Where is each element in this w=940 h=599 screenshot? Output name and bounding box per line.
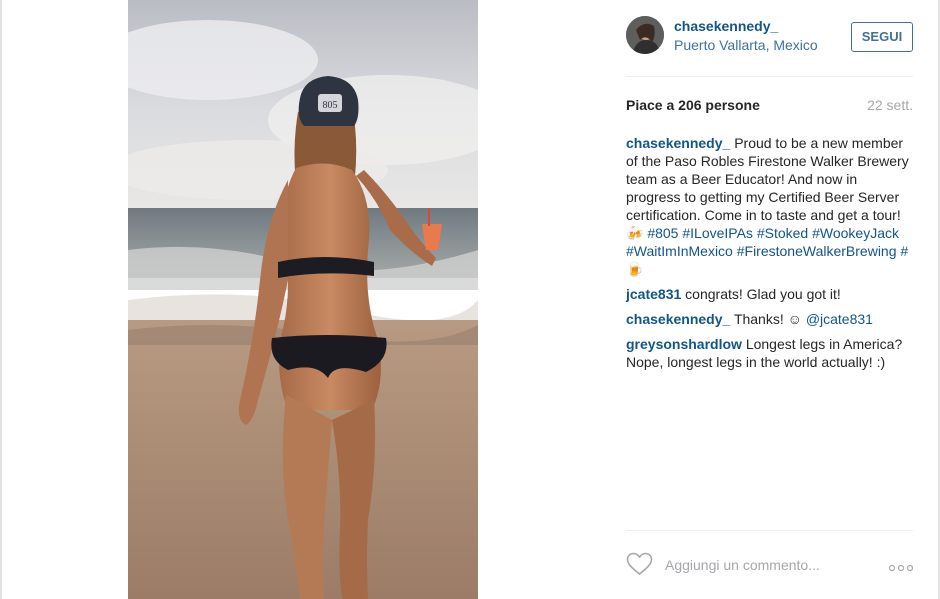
comment: jcate831 congrats! Glad you got it!: [626, 285, 913, 303]
comment-composer: [626, 550, 914, 580]
divider: [626, 530, 913, 531]
username-link[interactable]: chasekennedy_: [674, 18, 778, 34]
divider: [626, 76, 913, 77]
hashtag[interactable]: #WookeyJack: [812, 225, 899, 241]
likes-row: Piace a 206 persone 22 sett.: [626, 97, 913, 117]
photo-area: 805: [2, 0, 602, 599]
heart-outline-icon[interactable]: [626, 552, 653, 576]
comment-author[interactable]: chasekennedy_: [626, 135, 730, 151]
comment-list: chasekennedy_ Proud to be a new member o…: [626, 134, 913, 378]
avatar-image: [626, 16, 664, 54]
svg-text:805: 805: [323, 100, 338, 111]
comment-author[interactable]: jcate831: [626, 286, 681, 302]
likes-count[interactable]: Piace a 206 persone: [626, 97, 760, 113]
mention-link[interactable]: @jcate831: [806, 311, 873, 327]
caption-comment: chasekennedy_ Proud to be a new member o…: [626, 134, 913, 278]
post-photo[interactable]: 805: [128, 0, 478, 599]
add-comment-input[interactable]: [665, 555, 865, 575]
comment-author[interactable]: greysonshardlow: [626, 336, 742, 352]
post-date[interactable]: 22 sett.: [867, 97, 913, 113]
beer-emoji: 🍺: [626, 261, 644, 277]
comment-text: congrats! Glad you got it!: [685, 286, 841, 302]
ellipsis-icon[interactable]: [888, 559, 914, 572]
hashtag[interactable]: #Stoked: [757, 225, 808, 241]
avatar[interactable]: [626, 16, 664, 54]
comment: chasekennedy_ Thanks! ☺ @jcate831: [626, 310, 913, 328]
comment-text: Thanks! ☺: [733, 311, 806, 327]
post-panel: chasekennedy_ Puerto Vallarta, Mexico SE…: [626, 0, 914, 599]
hashtag[interactable]: #WaitImInMexico: [626, 243, 733, 259]
beer-cheers-emoji: 🍻: [626, 225, 644, 241]
hashtag[interactable]: #: [900, 243, 908, 259]
location-link[interactable]: Puerto Vallarta, Mexico: [674, 37, 818, 53]
follow-button[interactable]: SEGUI: [851, 22, 913, 52]
comment-author[interactable]: chasekennedy_: [626, 311, 730, 327]
comment: greysonshardlow Longest legs in America?…: [626, 335, 913, 371]
beach-photo: 805: [128, 0, 478, 599]
hashtag[interactable]: #805: [647, 225, 678, 241]
post-header: chasekennedy_ Puerto Vallarta, Mexico SE…: [626, 16, 913, 60]
hashtag[interactable]: #FirestoneWalkerBrewing: [737, 243, 897, 259]
hashtag[interactable]: #ILoveIPAs: [682, 225, 753, 241]
